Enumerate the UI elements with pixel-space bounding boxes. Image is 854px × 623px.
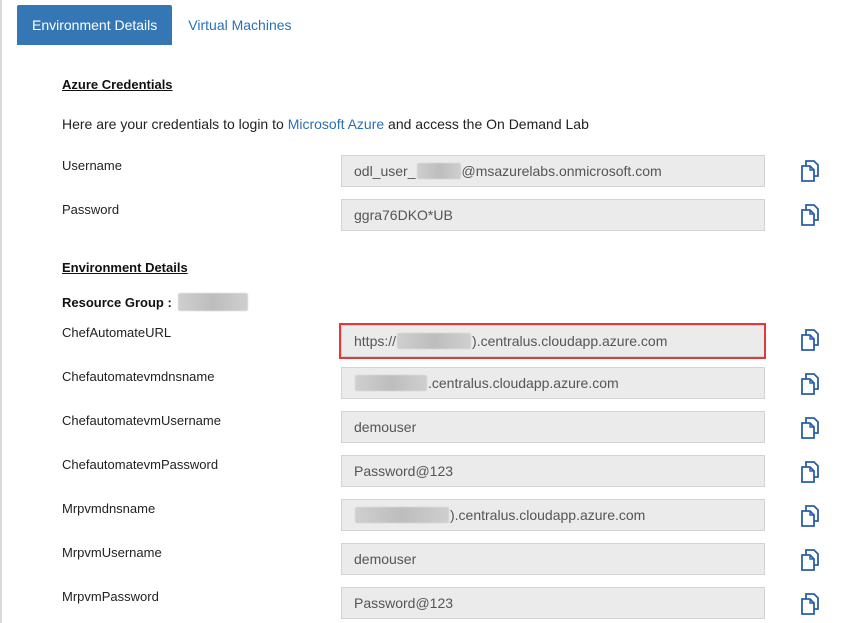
row-label-mrpvmusername: MrpvmUsername [62,545,162,560]
row-label-chefautomateurl: ChefAutomateURL [62,325,172,340]
intro-suffix: and access the On Demand Lab [384,116,589,132]
copy-icon[interactable] [797,371,823,397]
username-field[interactable]: odl_user_ @msazurelabs.onmicrosoft.com [341,155,765,187]
field-mrpvmdnsname[interactable]: ).centralus.cloudapp.azure.com [341,499,765,531]
environment-details-heading: Environment Details [62,260,188,275]
field-suffix: ).centralus.cloudapp.azure.com [450,507,646,523]
resource-group-label: Resource Group : [62,294,172,310]
row-label-chefautomatevmdnsname: Chefautomatevmdnsname [62,369,215,384]
field-mrpvmpassword[interactable]: Password@123 [341,587,765,619]
credentials-intro: Here are your credentials to login to Mi… [62,116,589,132]
copy-icon[interactable] [797,415,823,441]
redacted-block [177,293,248,311]
field-value: Password@123 [354,595,454,611]
field-value: demouser [354,419,417,435]
intro-prefix: Here are your credentials to login to [62,116,288,132]
copy-icon[interactable] [797,202,823,228]
username-prefix: odl_user_ [354,163,416,179]
tab-environment-details[interactable]: Environment Details [17,5,173,45]
field-mrpvmusername[interactable]: demouser [341,543,765,575]
field-suffix: .centralus.cloudapp.azure.com [428,375,619,391]
username-suffix: @msazurelabs.onmicrosoft.com [461,163,662,179]
copy-icon[interactable] [797,158,823,184]
copy-icon[interactable] [797,503,823,529]
copy-icon[interactable] [797,327,823,353]
resource-group: Resource Group : [62,293,248,311]
field-value: Password@123 [354,463,454,479]
field-chefautomatevmusername[interactable]: demouser [341,411,765,443]
username-label: Username [62,158,122,173]
row-label-chefautomatevmusername: ChefautomatevmUsername [62,413,221,428]
copy-icon[interactable] [797,591,823,617]
tab-virtual-machines[interactable]: Virtual Machines [172,5,306,45]
microsoft-azure-link[interactable]: Microsoft Azure [288,116,384,132]
password-label: Password [62,202,120,217]
row-label-mrpvmdnsname: Mrpvmdnsname [62,501,156,516]
left-border [0,0,2,623]
redacted-block [355,507,449,523]
field-chefautomatevmpassword[interactable]: Password@123 [341,455,765,487]
highlight-box [339,323,766,359]
redacted-block [416,163,461,179]
azure-credentials-heading: Azure Credentials [62,77,173,92]
copy-icon[interactable] [797,547,823,573]
row-label-mrpvmpassword: MrpvmPassword [62,589,159,604]
password-field[interactable]: ggra76DKO*UB [341,199,765,231]
tab-bar: Environment Details Virtual Machines [17,5,307,45]
field-chefautomatevmdnsname[interactable]: .centralus.cloudapp.azure.com [341,367,765,399]
password-value: ggra76DKO*UB [354,207,453,223]
row-label-chefautomatevmpassword: ChefautomatevmPassword [62,457,219,472]
field-value: demouser [354,551,417,567]
copy-icon[interactable] [797,459,823,485]
redacted-block [355,375,427,391]
